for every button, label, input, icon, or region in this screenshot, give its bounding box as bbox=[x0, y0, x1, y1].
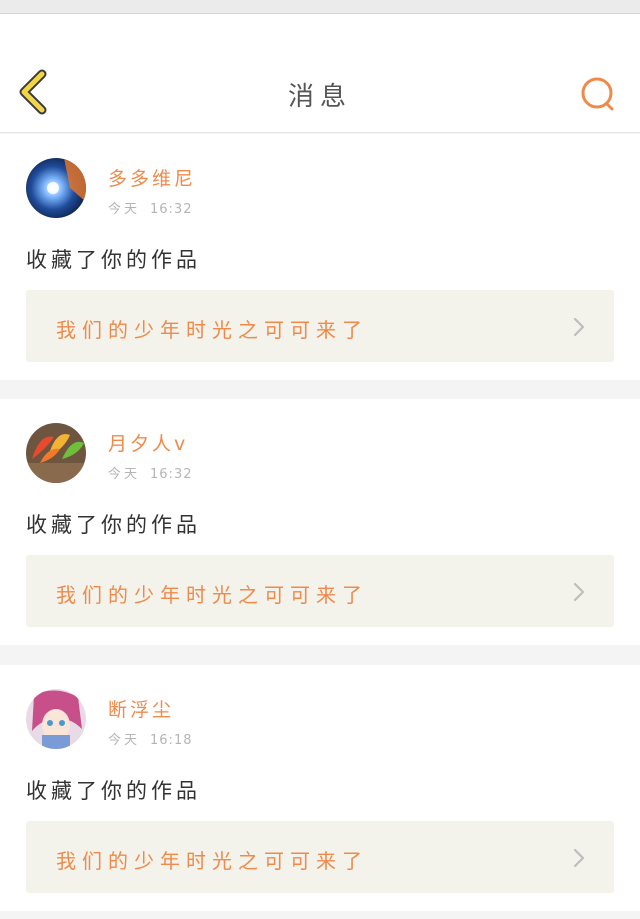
user-name[interactable]: 月夕人v bbox=[108, 429, 188, 456]
search-button[interactable] bbox=[574, 72, 622, 116]
date-label: 今天 bbox=[108, 202, 141, 217]
work-link[interactable]: 我们的少年时光之可可来了 bbox=[26, 290, 614, 362]
message-card: 断浮尘 今天 16:18 收藏了你的作品 我们的少年时光之可可来了 bbox=[0, 665, 640, 911]
chevron-right-icon bbox=[573, 582, 585, 602]
work-link[interactable]: 我们的少年时光之可可来了 bbox=[26, 555, 614, 627]
chevron-right-icon bbox=[573, 317, 585, 337]
user-name[interactable]: 多多维尼 bbox=[108, 164, 196, 191]
work-link[interactable]: 我们的少年时光之可可来了 bbox=[26, 821, 614, 893]
work-title: 我们的少年时光之可可来了 bbox=[56, 849, 368, 873]
time-value: 16:18 bbox=[150, 733, 193, 748]
action-text: 收藏了你的作品 bbox=[26, 513, 201, 537]
time-value: 16:32 bbox=[150, 202, 193, 217]
timestamp: 今天 16:32 bbox=[108, 463, 192, 482]
action-text: 收藏了你的作品 bbox=[26, 248, 201, 272]
date-label: 今天 bbox=[108, 467, 141, 482]
chevron-right-icon bbox=[573, 848, 585, 868]
message-card: 多多维尼 今天 16:32 收藏了你的作品 我们的少年时光之可可来了 bbox=[0, 134, 640, 380]
search-icon bbox=[581, 77, 614, 111]
work-title: 我们的少年时光之可可来了 bbox=[56, 318, 368, 342]
action-text: 收藏了你的作品 bbox=[26, 779, 201, 803]
time-value: 16:32 bbox=[150, 467, 193, 482]
status-bar bbox=[0, 0, 640, 14]
date-label: 今天 bbox=[108, 733, 141, 748]
avatar[interactable] bbox=[26, 689, 86, 749]
page-title: 消息 bbox=[287, 82, 352, 112]
timestamp: 今天 16:32 bbox=[108, 198, 192, 217]
avatar[interactable] bbox=[26, 158, 86, 218]
timestamp: 今天 16:18 bbox=[108, 729, 192, 748]
message-card: 月夕人v 今天 16:32 收藏了你的作品 我们的少年时光之可可来了 bbox=[0, 399, 640, 645]
work-title: 我们的少年时光之可可来了 bbox=[56, 583, 368, 607]
top-navigation-bar: 消息 bbox=[0, 14, 640, 133]
avatar[interactable] bbox=[26, 423, 86, 483]
user-name[interactable]: 断浮尘 bbox=[108, 695, 174, 722]
